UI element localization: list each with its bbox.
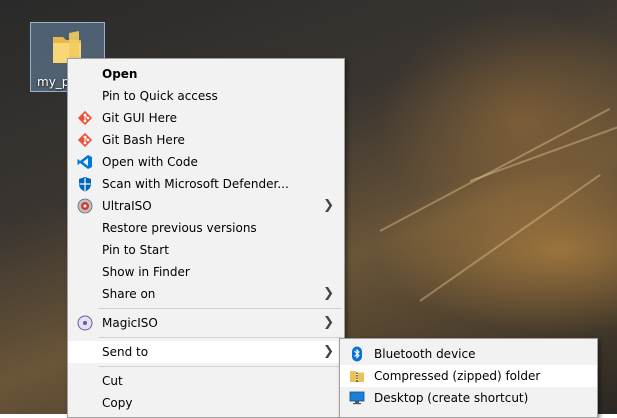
menu-item-restore-versions[interactable]: Restore previous versions (68, 217, 344, 239)
menu-item-label: Copy (102, 396, 133, 410)
menu-item-label: Show in Finder (102, 265, 190, 279)
menu-item-show-in-finder[interactable]: Show in Finder (68, 261, 344, 283)
context-menu: Open Pin to Quick access Git GUI Here Gi… (67, 58, 345, 418)
menu-item-label: UltraISO (102, 199, 152, 213)
git-icon (77, 110, 93, 126)
menu-item-pin-quick-access[interactable]: Pin to Quick access (68, 85, 344, 107)
menu-item-send-to[interactable]: Send to ❯ (68, 341, 344, 363)
menu-item-label: Open (102, 67, 138, 81)
menu-item-share-on[interactable]: Share on ❯ (68, 283, 344, 305)
magiciso-disc-icon (77, 315, 93, 331)
chevron-right-icon: ❯ (323, 315, 334, 330)
menu-item-git-gui[interactable]: Git GUI Here (68, 107, 344, 129)
menu-item-label: Scan with Microsoft Defender... (102, 177, 289, 191)
menu-item-pin-start[interactable]: Pin to Start (68, 239, 344, 261)
menu-item-cut[interactable]: Cut (68, 370, 344, 392)
send-to-submenu: Bluetooth device Compressed (zipped) fol… (339, 338, 598, 418)
menu-item-label: Git GUI Here (102, 111, 178, 125)
menu-item-ultraiso[interactable]: UltraISO ❯ (68, 195, 344, 217)
chevron-right-icon: ❯ (323, 344, 334, 359)
menu-item-label: MagicISO (102, 316, 158, 330)
sendto-item-bluetooth[interactable]: Bluetooth device (340, 343, 597, 365)
bluetooth-icon (352, 346, 362, 362)
menu-item-label: Share on (102, 287, 156, 301)
menu-item-label: Git Bash Here (102, 133, 185, 147)
menu-item-scan-defender[interactable]: Scan with Microsoft Defender... (68, 173, 344, 195)
menu-item-open-with-code[interactable]: Open with Code (68, 151, 344, 173)
menu-separator (98, 337, 342, 338)
menu-item-label: Cut (102, 374, 123, 388)
zip-folder-icon (350, 371, 364, 382)
menu-item-label: Desktop (create shortcut) (374, 391, 529, 405)
chevron-right-icon: ❯ (323, 198, 334, 213)
git-icon (77, 132, 93, 148)
menu-separator (98, 366, 342, 367)
sendto-item-zipped-folder[interactable]: Compressed (zipped) folder (340, 365, 597, 387)
menu-item-label: Restore previous versions (102, 221, 257, 235)
menu-item-magiciso[interactable]: MagicISO ❯ (68, 312, 344, 334)
menu-item-label: Pin to Start (102, 243, 169, 257)
vscode-icon (77, 155, 92, 169)
menu-item-git-bash[interactable]: Git Bash Here (68, 129, 344, 151)
ultraiso-disc-icon (77, 198, 93, 214)
menu-item-copy[interactable]: Copy (68, 392, 344, 414)
chevron-right-icon: ❯ (323, 286, 334, 301)
desktop-icon (349, 391, 365, 405)
menu-separator (98, 308, 342, 309)
desktop-icon-label: my_p (37, 75, 70, 89)
menu-item-label: Open with Code (102, 155, 198, 169)
sendto-item-desktop-shortcut[interactable]: Desktop (create shortcut) (340, 387, 597, 409)
menu-item-label: Send to (102, 345, 149, 359)
menu-item-label: Compressed (zipped) folder (374, 369, 541, 383)
menu-item-label: Pin to Quick access (102, 89, 218, 103)
defender-shield-icon (79, 177, 91, 192)
menu-item-open[interactable]: Open (68, 63, 344, 85)
menu-item-label: Bluetooth device (374, 347, 476, 361)
